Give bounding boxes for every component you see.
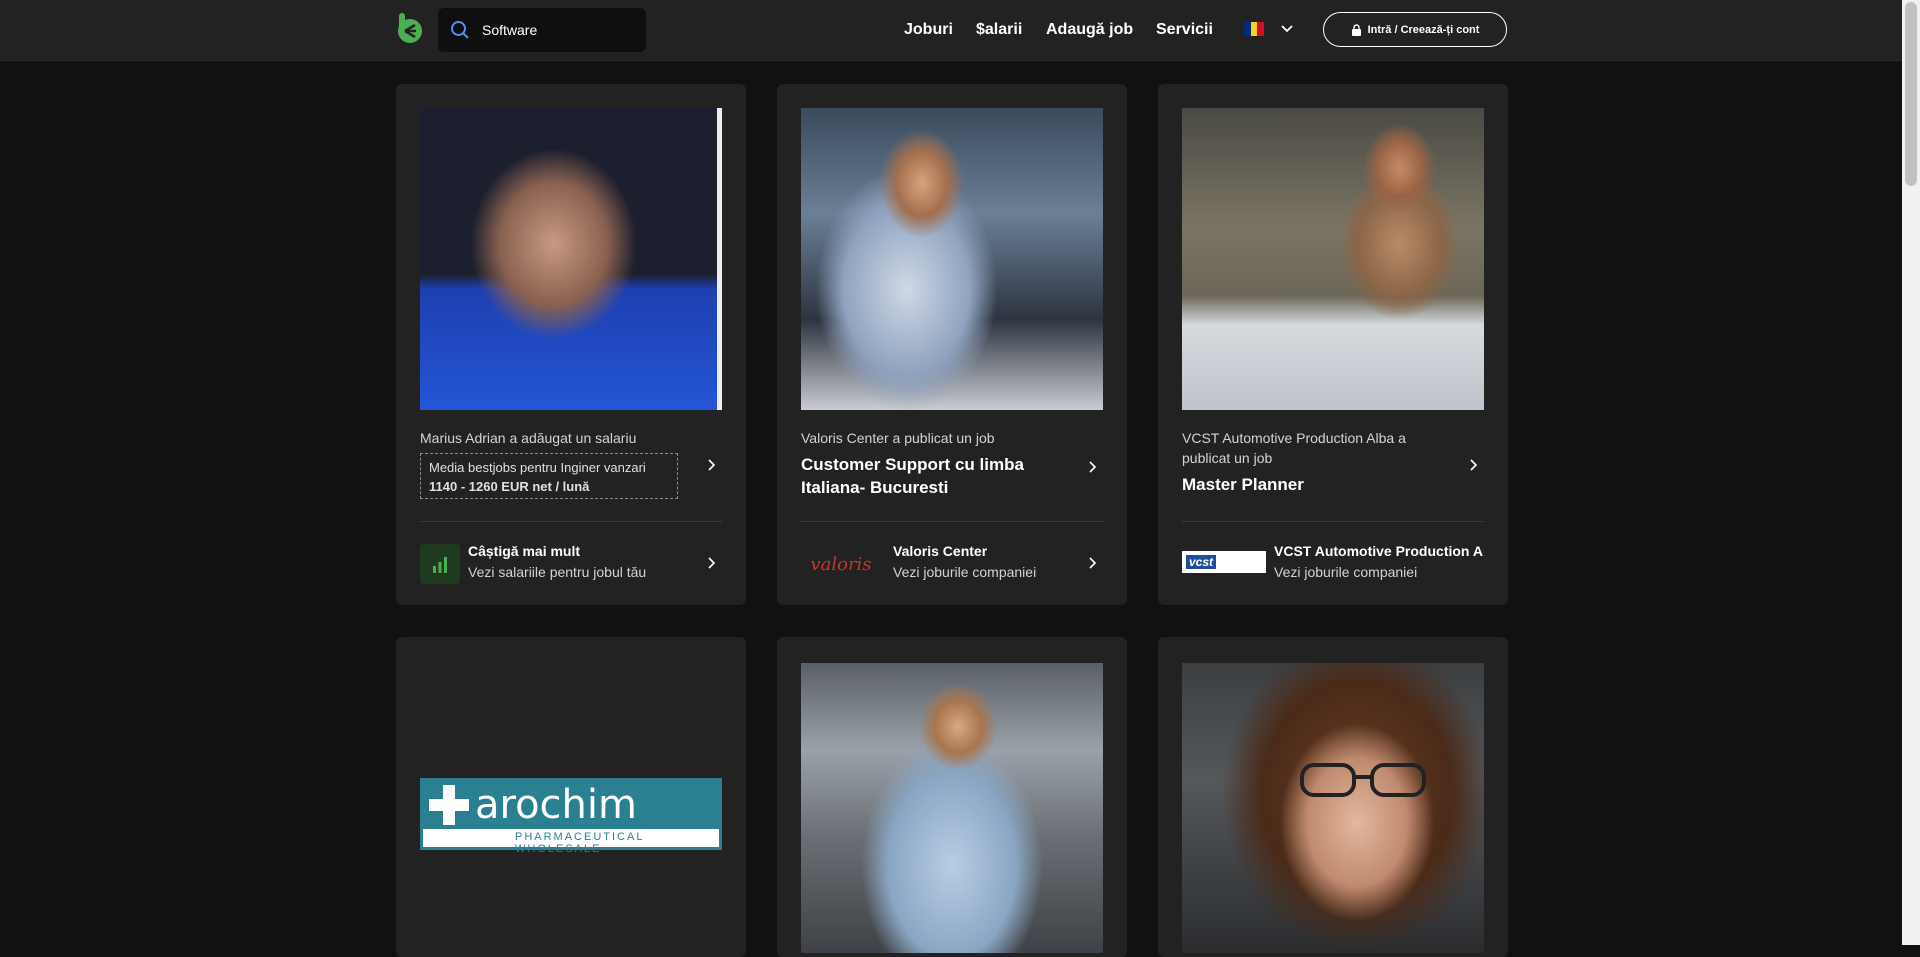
farochim-logo-text: arochim xyxy=(475,782,637,828)
card-meta-text: Marius Adrian a adăugat un salariu xyxy=(420,430,637,446)
search-input[interactable] xyxy=(480,8,640,52)
feed-card-salary[interactable]: Marius Adrian a adăugat un salariu Media… xyxy=(396,84,746,605)
search-icon xyxy=(451,21,469,39)
valoris-company-logo[interactable]: valoris xyxy=(801,544,881,584)
farochim-logo-subtext: PHARMACEUTICAL WHOLESALE xyxy=(515,831,645,855)
glasses-icon xyxy=(1300,763,1432,799)
feed-card-user-photo[interactable] xyxy=(1158,637,1508,957)
chevron-down-icon[interactable] xyxy=(1280,21,1294,35)
vcst-company-logo[interactable]: vcst xyxy=(1182,551,1266,573)
job-illustration-image xyxy=(801,108,1103,410)
nav-add-job-link[interactable]: Adaugă job xyxy=(1046,0,1133,60)
salary-line: Media bestjobs pentru Inginer vanzari xyxy=(429,460,646,475)
feed-card-job-vcst[interactable]: VCST Automotive Production Alba a public… xyxy=(1158,84,1508,605)
company-jobs-link[interactable]: Vezi joburile companiei xyxy=(893,564,1036,580)
company-name[interactable]: Valoris Center xyxy=(893,543,987,559)
feed-card-company-farochim[interactable]: arochim PHARMACEUTICAL WHOLESALE xyxy=(396,637,746,957)
nav-jobs-link[interactable]: Joburi xyxy=(904,0,953,60)
job-title-link[interactable]: Customer Support cu limba Italiana- Bucu… xyxy=(801,453,1071,499)
company-name[interactable]: VCST Automotive Production Alba xyxy=(1274,543,1484,559)
card-divider xyxy=(801,521,1103,522)
login-label: Intră / Creează-ți cont xyxy=(1367,23,1480,36)
scrollbar-thumb[interactable] xyxy=(1905,2,1917,186)
feed-card-job-valoris[interactable]: Valoris Center a publicat un job Custome… xyxy=(777,84,1127,605)
card-meta-text: Valoris Center a publicat un job xyxy=(801,430,995,446)
card-divider xyxy=(1182,521,1484,522)
job-title-link[interactable]: Master Planner xyxy=(1182,473,1452,496)
salary-info-box[interactable]: Media bestjobs pentru Inginer vanzari 11… xyxy=(420,453,678,499)
card-meta-text: VCST Automotive Production Alba a public… xyxy=(1182,430,1406,466)
chevron-right-icon[interactable] xyxy=(1087,461,1097,473)
earn-more-subtitle: Vezi salariile pentru jobul tău xyxy=(468,564,647,580)
job-illustration-image xyxy=(801,663,1103,953)
top-navigation-bar: Joburi $alarii Adaugă job Servicii Intră… xyxy=(0,0,1902,61)
earn-more-icon-box xyxy=(420,544,460,584)
vcst-logo-text: vcst xyxy=(1186,555,1217,569)
user-photo xyxy=(420,108,722,410)
nav-services-link[interactable]: Servicii xyxy=(1156,0,1213,60)
card-divider xyxy=(420,521,722,522)
chevron-right-icon[interactable] xyxy=(706,557,716,569)
login-button[interactable]: Intră / Creează-ți cont xyxy=(1323,12,1507,47)
nav-salaries-link[interactable]: $alarii xyxy=(976,0,1022,60)
company-jobs-link[interactable]: Vezi joburile companiei xyxy=(1274,564,1417,580)
earn-more-title: Câștigă mai mult xyxy=(468,543,581,559)
feed-card-job-illustration[interactable] xyxy=(777,637,1127,957)
cross-logo-icon xyxy=(429,785,469,825)
chevron-right-icon[interactable] xyxy=(1087,557,1097,569)
romania-flag-icon[interactable] xyxy=(1244,22,1265,36)
job-illustration-image xyxy=(1182,108,1484,410)
farochim-company-logo[interactable]: arochim PHARMACEUTICAL WHOLESALE xyxy=(420,778,722,855)
bestjobs-logo-icon[interactable] xyxy=(394,13,424,45)
user-photo xyxy=(1182,663,1484,953)
chevron-right-icon[interactable] xyxy=(706,459,716,471)
chevron-right-icon[interactable] xyxy=(1468,459,1478,471)
lock-icon xyxy=(1351,23,1361,36)
search-box[interactable] xyxy=(438,8,646,52)
bar-chart-icon xyxy=(433,557,447,573)
salary-value: 1140 - 1260 EUR net / lună xyxy=(429,479,590,494)
